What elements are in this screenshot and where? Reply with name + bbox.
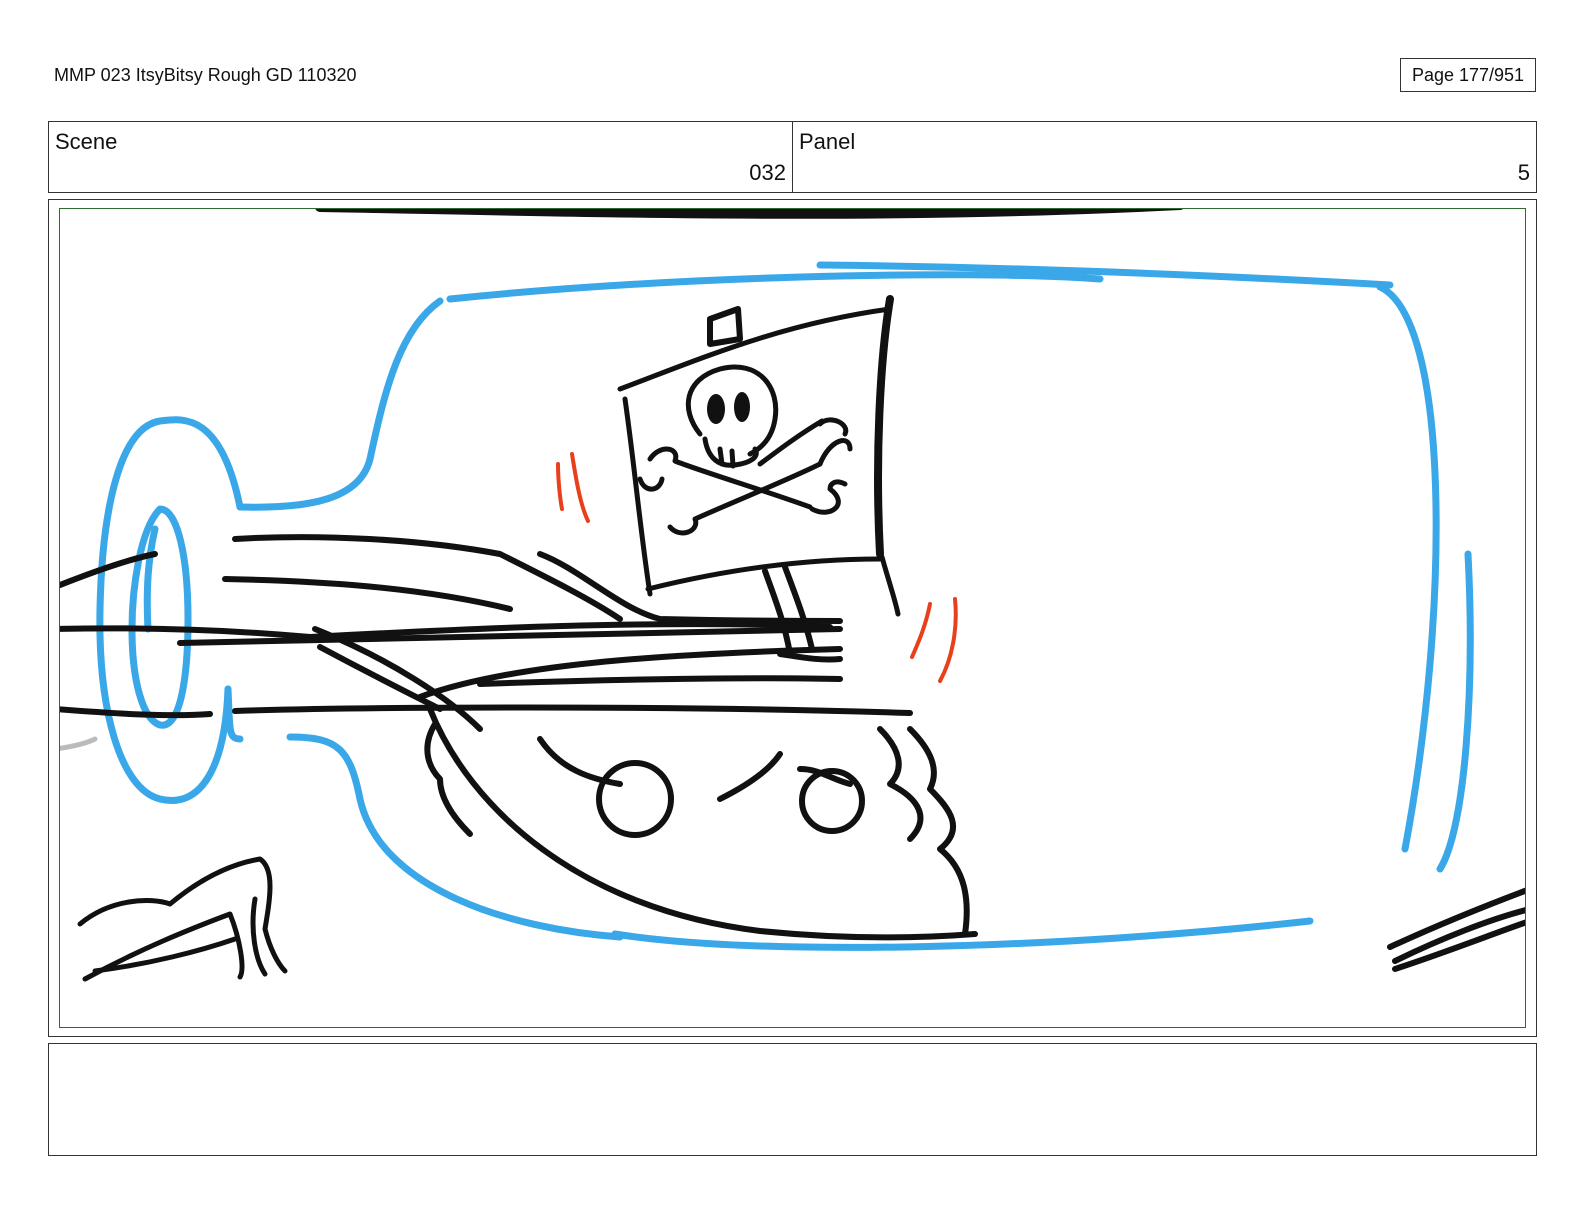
page-number: Page 177/951 xyxy=(1400,58,1536,92)
panel-notes-box xyxy=(48,1043,1537,1156)
bottom-right-sketch xyxy=(1387,887,1525,972)
scene-cell: Scene 032 xyxy=(49,122,792,192)
bottle-outline xyxy=(96,261,1474,951)
faint-gray-marks xyxy=(60,736,98,751)
panel-number: 5 xyxy=(1517,160,1530,185)
pirate-flag xyxy=(617,295,901,617)
scene-panel-info: Scene 032 Panel 5 xyxy=(48,121,1537,193)
panel-cell: Panel 5 xyxy=(792,122,1536,192)
document-title: MMP 023 ItsyBitsy Rough GD 110320 xyxy=(54,65,357,85)
crossbones-icon xyxy=(637,417,853,536)
scene-label: Scene xyxy=(55,129,118,154)
skull-icon xyxy=(685,364,779,469)
top-ink-stroke xyxy=(315,209,1183,219)
safe-area-frame xyxy=(59,208,1526,1028)
scene-number: 032 xyxy=(749,160,786,185)
skull-eyes xyxy=(707,392,750,424)
storyboard-frame xyxy=(48,199,1537,1037)
panel-label: Panel xyxy=(799,129,856,154)
storyboard-drawing xyxy=(60,209,1525,982)
bottom-left-sketch xyxy=(77,856,288,982)
ship-hull xyxy=(424,706,978,941)
